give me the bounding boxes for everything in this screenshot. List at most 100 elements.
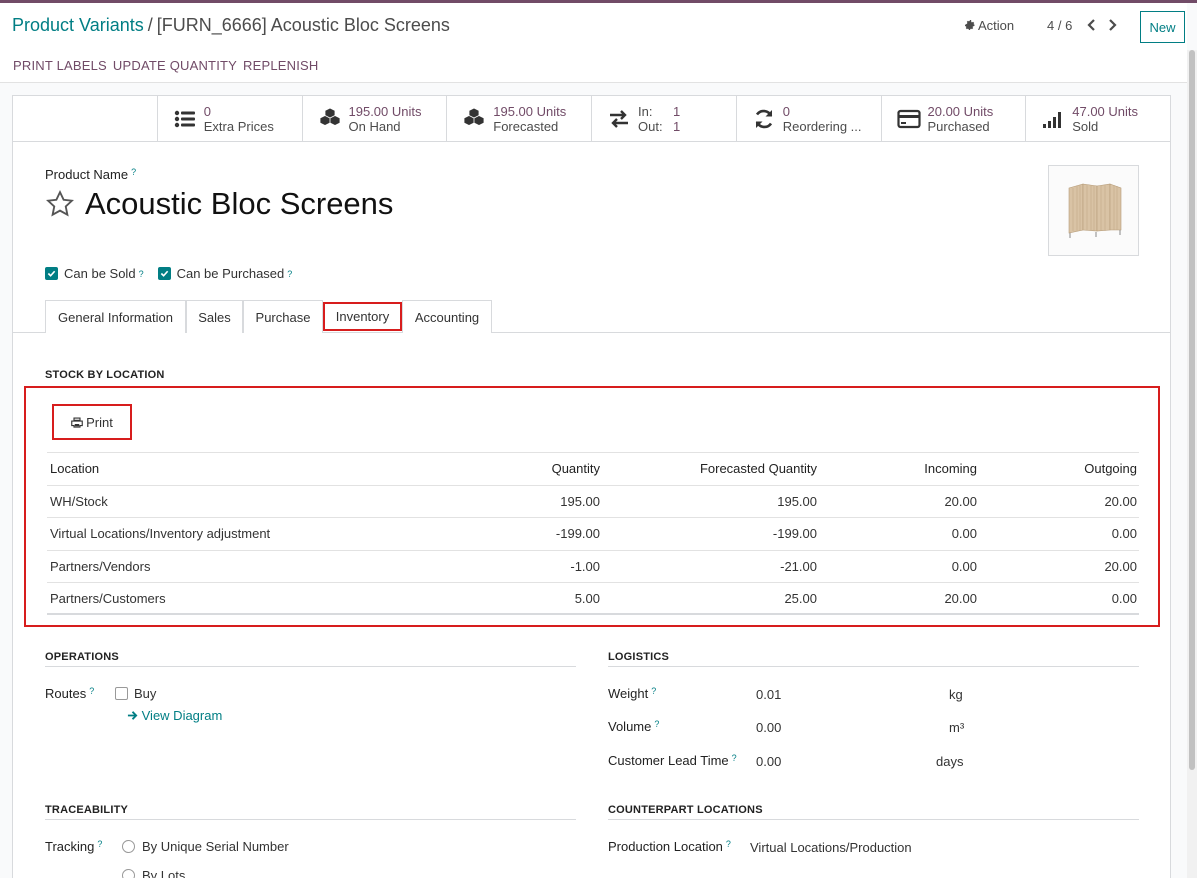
action-label: Action bbox=[978, 18, 1015, 33]
pager-next-button[interactable] bbox=[1104, 15, 1120, 35]
cubes-icon bbox=[319, 107, 340, 126]
tab-inventory[interactable]: Inventory bbox=[323, 302, 402, 331]
product-image[interactable] bbox=[1048, 165, 1139, 256]
pager-previous-button[interactable] bbox=[1083, 15, 1099, 35]
tracking-serial-radio[interactable] bbox=[122, 840, 135, 853]
section-divider bbox=[608, 819, 1139, 820]
extra-prices-value: 0 bbox=[203, 104, 211, 119]
purchased-value: 20.00 Units bbox=[927, 104, 994, 119]
sold-button[interactable]: 47.00 Units Sold bbox=[1026, 96, 1170, 141]
product-flags: Can be Sold? Can be Purchased? bbox=[45, 266, 292, 281]
help-mark[interactable]: ? bbox=[139, 269, 144, 279]
weight-field[interactable]: 0.01 bbox=[756, 687, 781, 702]
column-header-incoming[interactable]: Incoming bbox=[924, 461, 977, 476]
counterpart-locations-title: COUNTERPART LOCATIONS bbox=[608, 804, 763, 816]
volume-unit: m³ bbox=[949, 720, 965, 735]
cell-forecasted: 25.00 bbox=[784, 591, 817, 606]
tab-purchase[interactable]: Purchase bbox=[243, 300, 323, 333]
cell-quantity: -1.00 bbox=[570, 558, 600, 574]
help-mark[interactable]: ? bbox=[654, 719, 659, 729]
column-header-forecasted-quantity[interactable]: Forecasted Quantity bbox=[700, 461, 817, 476]
help-mark[interactable]: ? bbox=[651, 686, 656, 696]
replenish-button[interactable]: REPLENISH bbox=[243, 58, 319, 73]
weight-label: Weight? bbox=[608, 686, 657, 701]
smart-button-spacer bbox=[13, 96, 158, 141]
on-hand-button[interactable]: 195.00 Units On Hand bbox=[303, 96, 448, 141]
print-labels-button[interactable]: PRINT LABELS bbox=[13, 58, 107, 73]
table-row[interactable]: Partners/Customers 5.00 25.00 20.00 0.00 bbox=[47, 582, 1139, 615]
stock-by-location-title: STOCK BY LOCATION bbox=[45, 369, 165, 381]
operations-title: OPERATIONS bbox=[45, 651, 119, 663]
help-mark[interactable]: ? bbox=[131, 167, 136, 177]
purchased-label: Purchased bbox=[927, 119, 990, 134]
table-row[interactable]: WH/Stock 195.00 195.00 20.00 20.00 bbox=[47, 484, 1139, 518]
production-location-field[interactable]: Virtual Locations/Production bbox=[750, 840, 912, 855]
view-diagram-link[interactable]: View Diagram bbox=[127, 708, 222, 723]
section-divider bbox=[45, 666, 576, 667]
pager-value[interactable]: 4 / 6 bbox=[1047, 18, 1072, 33]
in-out-button[interactable]: In: 1 Out: 1 bbox=[592, 96, 737, 141]
cell-location: Virtual Locations/Inventory adjustment bbox=[50, 526, 271, 541]
tab-accounting[interactable]: Accounting bbox=[402, 300, 492, 333]
production-location-label: Production Location? bbox=[608, 839, 731, 854]
page-scrollbar[interactable] bbox=[1187, 50, 1197, 878]
section-divider bbox=[45, 819, 576, 820]
purchased-button[interactable]: 20.00 Units Purchased bbox=[882, 96, 1027, 141]
tab-sales[interactable]: Sales bbox=[186, 300, 243, 333]
cell-quantity: -199.00 bbox=[555, 526, 600, 541]
tracking-serial-label: By Unique Serial Number bbox=[142, 839, 289, 854]
notebook-tabs: General Information Sales Purchase Inven… bbox=[13, 300, 1170, 333]
reordering-label: Reordering ... bbox=[782, 119, 862, 134]
help-mark[interactable]: ? bbox=[726, 839, 731, 849]
buy-route-checkbox[interactable] bbox=[115, 687, 128, 700]
extra-prices-label: Extra Prices bbox=[203, 119, 274, 134]
print-button[interactable]: Print bbox=[52, 404, 132, 440]
refresh-icon bbox=[755, 109, 772, 129]
update-quantity-button[interactable]: UPDATE QUANTITY bbox=[113, 58, 237, 73]
cell-outgoing: 20.00 bbox=[1104, 493, 1137, 509]
tab-general-information[interactable]: General Information bbox=[45, 300, 186, 333]
table-row[interactable]: Partners/Vendors -1.00 -21.00 0.00 20.00 bbox=[47, 549, 1139, 583]
tracking-lots-label: By Lots bbox=[142, 868, 186, 878]
star-icon[interactable] bbox=[45, 189, 75, 219]
stock-table: Location Quantity Forecasted Quantity In… bbox=[47, 452, 1139, 615]
can-be-sold-checkbox[interactable]: Can be Sold? bbox=[45, 266, 144, 281]
tracking-lots-radio[interactable] bbox=[122, 869, 135, 878]
cell-quantity: 5.00 bbox=[574, 591, 600, 606]
gear-icon bbox=[965, 20, 975, 30]
extra-prices-button[interactable]: 0 Extra Prices bbox=[158, 96, 303, 141]
printer-icon bbox=[71, 416, 83, 428]
breadcrumb-separator: / bbox=[147, 15, 153, 35]
reordering-button[interactable]: 0 Reordering ... bbox=[737, 96, 882, 141]
help-mark[interactable]: ? bbox=[287, 269, 292, 279]
column-header-location[interactable]: Location bbox=[50, 461, 99, 476]
weight-unit: kg bbox=[949, 687, 963, 702]
help-mark[interactable]: ? bbox=[732, 753, 737, 763]
in-value: 1 bbox=[673, 104, 681, 119]
scrollbar-thumb[interactable] bbox=[1189, 50, 1195, 770]
stock-by-location-panel: Print Location Quantity Forecasted Quant… bbox=[24, 386, 1160, 627]
can-be-purchased-checkbox[interactable]: Can be Purchased? bbox=[157, 266, 292, 281]
buy-route-label: Buy bbox=[134, 686, 157, 701]
cell-outgoing: 0.00 bbox=[1111, 526, 1137, 541]
forecasted-button[interactable]: 195.00 Units Forecasted bbox=[447, 96, 592, 141]
help-mark[interactable]: ? bbox=[89, 686, 94, 696]
cell-quantity: 195.00 bbox=[560, 493, 600, 509]
cell-forecasted: -21.00 bbox=[780, 558, 817, 574]
table-header: Location Quantity Forecasted Quantity In… bbox=[47, 452, 1139, 485]
breadcrumb-parent-link[interactable]: Product Variants bbox=[12, 15, 144, 35]
customer-lead-time-field[interactable]: 0.00 bbox=[756, 754, 781, 769]
cell-incoming: 20.00 bbox=[944, 591, 977, 606]
table-row[interactable]: Virtual Locations/Inventory adjustment -… bbox=[47, 517, 1139, 550]
traceability-title: TRACEABILITY bbox=[45, 804, 129, 816]
section-divider bbox=[608, 666, 1139, 667]
product-title: Acoustic Bloc Screens bbox=[45, 186, 393, 222]
cell-forecasted: -199.00 bbox=[772, 526, 817, 541]
column-header-quantity[interactable]: Quantity bbox=[552, 461, 600, 476]
action-menu-button[interactable]: Action bbox=[965, 18, 1014, 33]
column-header-outgoing[interactable]: Outgoing bbox=[1084, 461, 1137, 476]
new-button[interactable]: New bbox=[1140, 11, 1185, 43]
product-name-field[interactable]: Acoustic Bloc Screens bbox=[85, 186, 393, 222]
volume-field[interactable]: 0.00 bbox=[756, 720, 781, 735]
help-mark[interactable]: ? bbox=[97, 839, 102, 849]
